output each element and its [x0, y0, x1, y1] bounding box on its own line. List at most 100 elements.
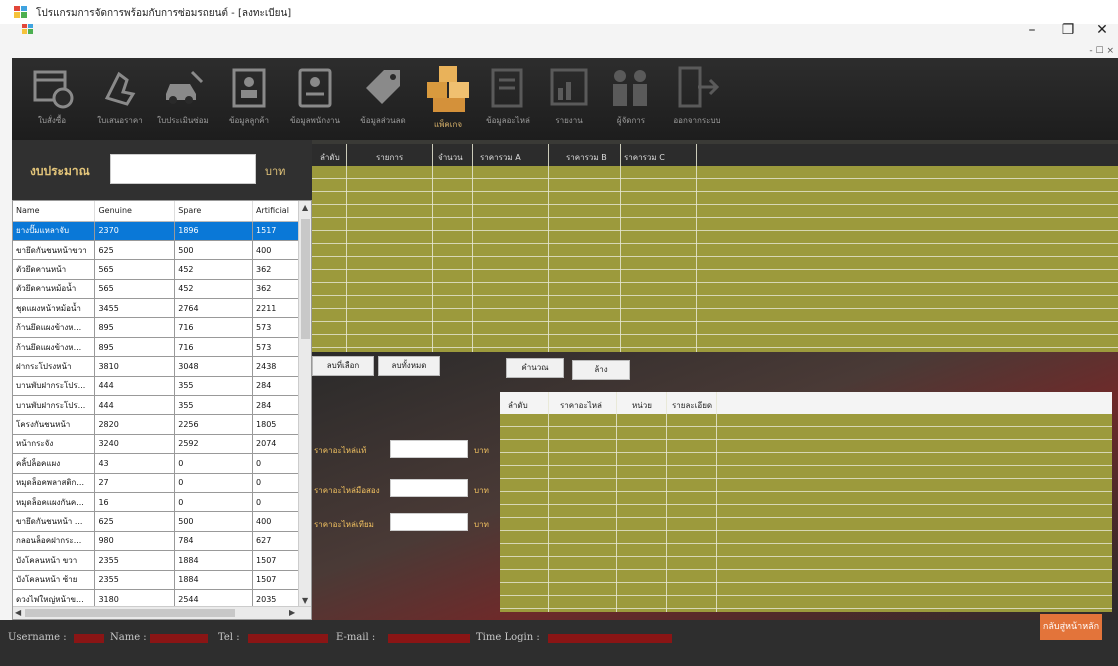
table-row[interactable]: บังโคลนหน้า ซ้าย 2355 1884 1507: [13, 570, 300, 590]
table-cell[interactable]: 2074: [252, 434, 300, 455]
table-row[interactable]: หมุดล็อคแผงกันค... 16 0 0: [13, 492, 300, 513]
toolbar-purchase-order[interactable]: ใบสั่งซื้อ: [22, 64, 82, 138]
table-cell[interactable]: 2256: [174, 414, 254, 435]
back-to-main-button[interactable]: กลับสู่หน้าหลัก: [1040, 614, 1102, 640]
table-cell[interactable]: 3455: [94, 298, 176, 319]
table-cell[interactable]: 500: [174, 511, 254, 532]
table-row[interactable]: โครงกันชนหน้า 2820 2256 1805: [13, 414, 300, 435]
table-cell[interactable]: 27: [94, 473, 176, 493]
table-cell[interactable]: ก้านยึดแผงข้างห...: [13, 317, 96, 338]
table-row[interactable]: ยางปั๊มแหลาจับ 2370 1896 1517: [13, 221, 300, 241]
table-cell[interactable]: ฝากระโปรงหน้า: [13, 356, 96, 377]
genuine-price-input[interactable]: [390, 440, 468, 458]
artificial-price-input[interactable]: [390, 513, 468, 531]
table-cell[interactable]: 0: [174, 473, 254, 493]
table-row[interactable]: บานพับฝากระโปร... 444 355 284: [13, 376, 300, 397]
mdi-window-controls[interactable]: - ☐ ×: [1089, 46, 1114, 56]
table-cell[interactable]: 2764: [174, 298, 254, 319]
table-cell[interactable]: 452: [174, 279, 254, 300]
table-cell[interactable]: 500: [174, 240, 254, 261]
table-row[interactable]: ขายึดกันชนหน้าขวา 625 500 400: [13, 240, 300, 261]
calculate-button[interactable]: คำนวณ: [506, 358, 564, 378]
table-cell[interactable]: ตัวยึดคานหม้อน้ำ: [13, 279, 96, 300]
table-cell[interactable]: ขายึดกันชนหน้า ...: [13, 511, 96, 532]
col-spare[interactable]: Spare: [174, 201, 254, 222]
table-cell[interactable]: 2370: [94, 221, 176, 241]
table-cell[interactable]: 362: [252, 279, 300, 300]
table-row[interactable]: ตัวยึดคานหน้า 565 452 362: [13, 259, 300, 280]
table-cell[interactable]: 400: [252, 511, 300, 532]
minimize-button[interactable]: –: [1022, 22, 1042, 38]
table-cell[interactable]: 1884: [174, 550, 254, 571]
table-cell[interactable]: 2592: [174, 434, 254, 455]
table-cell[interactable]: 2820: [94, 414, 176, 435]
table-cell[interactable]: 284: [252, 376, 300, 397]
parts-grid[interactable]: Name Genuine Spare Artificial ยางปั๊มแหล…: [12, 200, 312, 620]
table-cell[interactable]: หมุดล็อคแผงกันค...: [13, 492, 96, 513]
table-cell[interactable]: 625: [94, 511, 176, 532]
clear-button[interactable]: ล้าง: [572, 360, 630, 380]
toolbar-repair-estimate[interactable]: ใบประเมินซ่อม: [150, 64, 216, 138]
table-row[interactable]: บังโคลนหน้า ขวา 2355 1884 1507: [13, 550, 300, 571]
table-cell[interactable]: กลอนล็อคฝากระ...: [13, 531, 96, 552]
table-cell[interactable]: ชุดแผงหน้าหม้อน้ำ: [13, 298, 96, 319]
col-name[interactable]: Name: [13, 201, 96, 222]
order-grid[interactable]: ลำดับ รายการ จำนวน ราคารวม A ราคารวม B ร…: [312, 144, 1118, 352]
table-cell[interactable]: 1507: [252, 550, 300, 571]
table-cell[interactable]: บานพับฝากระโปร...: [13, 376, 96, 397]
table-cell[interactable]: 1507: [252, 570, 300, 590]
table-cell[interactable]: ก้านยึดแผงข้างห...: [13, 337, 96, 358]
toolbar-managers[interactable]: ผู้จัดการ: [602, 64, 660, 138]
table-cell[interactable]: 716: [174, 337, 254, 358]
table-cell[interactable]: บังโคลนหน้า ซ้าย: [13, 570, 96, 590]
table-cell[interactable]: ตัวยึดคานหน้า: [13, 259, 96, 280]
table-cell[interactable]: 2211: [252, 298, 300, 319]
table-row[interactable]: หน้ากระจัง 3240 2592 2074: [13, 434, 300, 455]
table-cell[interactable]: 625: [94, 240, 176, 261]
table-cell[interactable]: 1896: [174, 221, 254, 241]
table-cell[interactable]: 0: [252, 473, 300, 493]
close-button[interactable]: ✕: [1092, 22, 1112, 38]
used-price-input[interactable]: [390, 479, 468, 497]
toolbar-customer-data[interactable]: ข้อมูลลูกค้า: [218, 64, 280, 138]
table-cell[interactable]: 573: [252, 317, 300, 338]
table-cell[interactable]: 2355: [94, 550, 176, 571]
table-cell[interactable]: 573: [252, 337, 300, 358]
table-cell[interactable]: 0: [174, 453, 254, 474]
table-cell[interactable]: หน้ากระจัง: [13, 434, 96, 455]
horizontal-scrollbar[interactable]: ◀ ▶: [13, 606, 311, 619]
toolbar-employee-data[interactable]: ข้อมูลพนักงาน: [282, 64, 348, 138]
horizontal-scroll-thumb[interactable]: [25, 609, 235, 617]
vertical-scroll-thumb[interactable]: [301, 219, 310, 339]
table-cell[interactable]: 3810: [94, 356, 176, 377]
scroll-left-icon[interactable]: ◀: [15, 608, 21, 617]
table-cell[interactable]: 627: [252, 531, 300, 552]
table-cell[interactable]: 16: [94, 492, 176, 513]
table-cell[interactable]: 1884: [174, 570, 254, 590]
table-row[interactable]: ตัวยึดคานหม้อน้ำ 565 452 362: [13, 279, 300, 300]
table-cell[interactable]: 565: [94, 279, 176, 300]
table-row[interactable]: กลอนล็อคฝากระ... 980 784 627: [13, 531, 300, 552]
order-col-seq[interactable]: ลำดับ: [320, 151, 340, 164]
vertical-scrollbar[interactable]: ▲ ▼: [298, 201, 311, 607]
toolbar-discount-data[interactable]: ข้อมูลส่วนลด: [350, 64, 416, 138]
table-cell[interactable]: 444: [94, 376, 176, 397]
table-cell[interactable]: 895: [94, 317, 176, 338]
table-cell[interactable]: 452: [174, 259, 254, 280]
table-cell[interactable]: คลิ้ปล็อคแผง: [13, 453, 96, 474]
order-col-qty[interactable]: จำนวน: [438, 151, 463, 164]
table-cell[interactable]: 355: [174, 395, 254, 416]
detail-col-price[interactable]: ราคาอะไหล่: [560, 399, 602, 412]
toolbar-parts-data[interactable]: ข้อมูลอะไหล่: [478, 64, 538, 138]
budget-input[interactable]: [110, 154, 256, 184]
delete-all-button[interactable]: ลบทั้งหมด: [378, 356, 440, 376]
table-cell[interactable]: 3048: [174, 356, 254, 377]
table-cell[interactable]: โครงกันชนหน้า: [13, 414, 96, 435]
table-cell[interactable]: บานพับฝากระโปร...: [13, 395, 96, 416]
table-cell[interactable]: 3240: [94, 434, 176, 455]
scroll-right-icon[interactable]: ▶: [289, 608, 295, 617]
toolbar-report[interactable]: รายงาน: [540, 64, 598, 138]
table-cell[interactable]: 895: [94, 337, 176, 358]
detail-col-seq[interactable]: ลำดับ: [508, 399, 528, 412]
table-cell[interactable]: 362: [252, 259, 300, 280]
